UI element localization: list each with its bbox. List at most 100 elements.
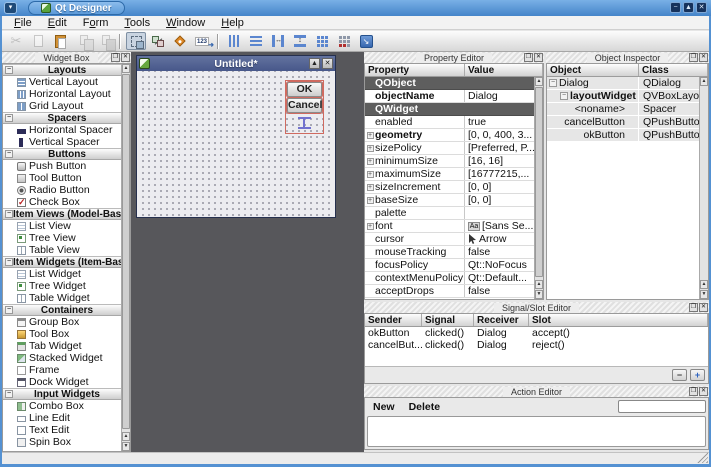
widget-horizontal-layout[interactable]: Horizontal Layout [3,88,121,100]
signal-slot-titlebar[interactable]: Signal/Slot Editor ❐ ✕ [364,302,709,313]
edit-widgets-icon[interactable] [126,32,146,50]
layout-grid-icon[interactable] [312,32,332,50]
layout-vertical-splitter-icon[interactable]: ↕ [290,32,310,50]
widget-line-edit[interactable]: Line Edit [3,412,121,424]
object-row[interactable]: <noname>Spacer [547,103,699,116]
scroll-up-icon[interactable]: ▲ [700,77,708,86]
collapse-icon[interactable]: − [5,66,13,74]
property-row[interactable]: enabledtrue [365,116,534,129]
menu-file[interactable]: File [6,17,40,29]
window-menu-button[interactable]: ▾ [4,2,17,14]
edit-buddies-icon[interactable] [170,32,190,50]
scroll-up-icon[interactable]: ▲ [122,432,130,441]
property-row[interactable]: contextMenuPolicyQt::Default... [365,272,534,285]
action-filter-input[interactable] [618,400,706,413]
property-row[interactable]: +baseSize[0, 0] [365,194,534,207]
expand-icon[interactable]: + [367,197,374,204]
scroll-down-icon[interactable]: ▼ [535,290,543,299]
column-value[interactable]: Value [465,64,543,76]
widget-vertical-spacer[interactable]: Vertical Spacer [3,136,121,148]
cancel-button[interactable]: Cancel [287,98,322,113]
menu-tools[interactable]: Tools [116,17,158,29]
adjust-size-icon[interactable]: ↘ [356,32,376,50]
expand-icon[interactable]: + [367,132,374,139]
widget-grid-layout[interactable]: Grid Layout [3,100,121,112]
widget-list-view[interactable]: List View [3,220,121,232]
connection-row[interactable]: cancelBut... clicked() Dialog reject() [365,339,708,351]
close-panel-icon[interactable]: ✕ [699,53,708,62]
new-form-icon[interactable] [28,32,48,50]
collapse-icon[interactable]: − [5,306,13,314]
section-item-views[interactable]: −Item Views (Model-Based) [3,208,121,220]
scroll-down-icon[interactable]: ▼ [700,290,708,299]
widget-box-titlebar[interactable]: Widget Box ❐ ✕ [2,52,131,63]
property-editor-scrollbar[interactable]: ▲ ▲ ▼ [534,77,543,299]
scrollbar-thumb[interactable] [122,74,130,429]
expand-icon[interactable]: + [367,158,374,165]
column-slot[interactable]: Slot [529,314,708,326]
column-object[interactable]: Object [547,64,639,76]
cut-icon[interactable]: ✂ [6,32,26,50]
app-title-tab[interactable]: Qt Designer [28,1,125,15]
resize-grip[interactable] [697,452,708,463]
widget-list-widget[interactable]: List Widget [3,268,121,280]
expand-icon[interactable]: + [367,184,374,191]
scrollbar-thumb[interactable] [535,87,543,277]
section-buttons[interactable]: −Buttons [3,148,121,160]
scroll-up-icon[interactable]: ▲ [535,280,543,289]
maximize-button[interactable]: ▲ [683,2,694,13]
property-row[interactable]: objectNameDialog [365,90,534,103]
property-row[interactable]: +sizeIncrement[0, 0] [365,181,534,194]
close-button[interactable]: ✕ [696,2,707,13]
section-containers[interactable]: −Containers [3,304,121,316]
widget-table-widget[interactable]: Table Widget [3,292,121,304]
property-row[interactable]: cursorArrow [365,233,534,246]
widget-tree-view[interactable]: Tree View [3,232,121,244]
expand-icon[interactable]: + [367,223,374,230]
object-row[interactable]: cancelButtonQPushButton [547,116,699,129]
float-panel-icon[interactable]: ❐ [111,53,120,62]
widget-tool-button[interactable]: Tool Button [3,172,121,184]
close-panel-icon[interactable]: ✕ [534,53,543,62]
close-panel-icon[interactable]: ✕ [121,53,130,62]
action-list[interactable] [367,416,706,447]
property-row[interactable]: +fontAa[Sans Se... [365,220,534,233]
object-inspector-titlebar[interactable]: Object Inspector ❐ ✕ [546,52,709,63]
menu-window[interactable]: Window [158,17,213,29]
property-row[interactable]: mouseTrackingfalse [365,246,534,259]
widget-push-button[interactable]: Push Button [3,160,121,172]
expand-icon[interactable]: + [367,145,374,152]
collapse-icon[interactable]: − [5,150,13,158]
collapse-icon[interactable]: − [5,210,13,218]
property-group-row[interactable]: QWidget [365,103,534,116]
float-panel-icon[interactable]: ❐ [689,387,698,396]
tab-order-icon[interactable]: 123 [192,32,212,50]
object-row[interactable]: −layoutWidgetQVBoxLayout [547,90,699,103]
add-connection-button[interactable]: + [690,369,705,381]
column-class[interactable]: Class [639,64,708,76]
scroll-up-icon[interactable]: ▲ [535,77,543,86]
edit-signals-slots-icon[interactable] [148,32,168,50]
property-editor-titlebar[interactable]: Property Editor ❐ ✕ [364,52,544,63]
property-row[interactable]: palette [365,207,534,220]
remove-connection-button[interactable]: − [672,369,687,381]
property-row[interactable]: focusPolicyQt::NoFocus [365,259,534,272]
layout-vertical-icon[interactable] [246,32,266,50]
widget-dock-widget[interactable]: Dock Widget [3,376,121,388]
paste-icon[interactable] [50,32,70,50]
column-signal[interactable]: Signal [422,314,474,326]
column-sender[interactable]: Sender [365,314,422,326]
widget-frame[interactable]: Frame [3,364,121,376]
section-spacers[interactable]: −Spacers [3,112,121,124]
collapse-icon[interactable]: − [5,258,13,266]
widget-horizontal-spacer[interactable]: Horizontal Spacer [3,124,121,136]
vertical-spacer-item[interactable] [287,114,322,132]
widget-spin-box[interactable]: Spin Box [3,436,121,448]
section-input-widgets[interactable]: −Input Widgets [3,388,121,400]
layout-horizontal-splitter-icon[interactable]: ↔ [268,32,288,50]
new-action-button[interactable]: New [373,401,395,413]
scroll-up-icon[interactable]: ▲ [700,280,708,289]
widget-table-view[interactable]: Table View [3,244,121,256]
form-maximize-button[interactable]: ▲ [309,58,320,69]
property-row[interactable]: +geometry[0, 0, 400, 3... [365,129,534,142]
